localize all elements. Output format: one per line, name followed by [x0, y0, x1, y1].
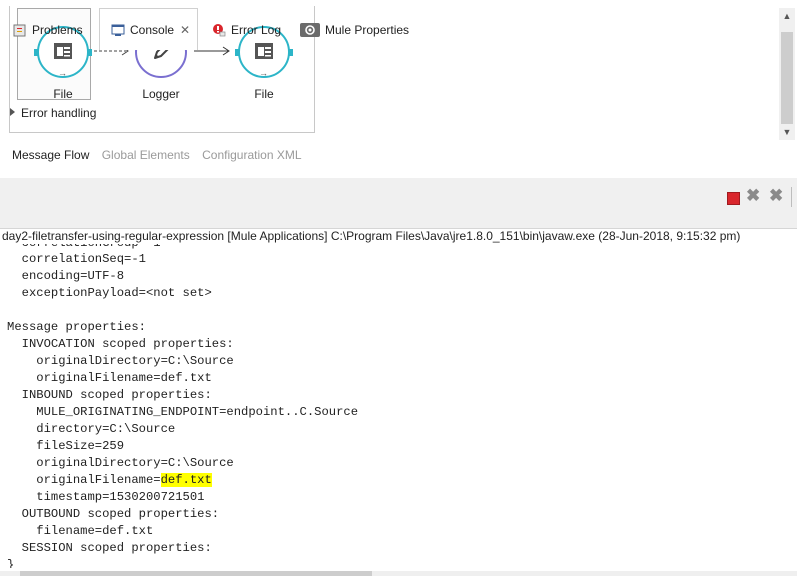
tab-problems-label: Problems [32, 22, 83, 37]
remove-all-launches-icon[interactable]: ✖ [769, 186, 783, 206]
console-line: exceptionPayload=<not set> [7, 286, 212, 300]
tab-mule-properties[interactable]: Mule Properties [300, 11, 409, 48]
highlighted-text: def.txt [160, 473, 212, 487]
console-line: fileSize=259 [7, 439, 125, 453]
tab-error-log-label: Error Log [231, 22, 282, 37]
console-line: Message properties: [7, 320, 146, 334]
tab-problems[interactable]: Problems [13, 11, 83, 48]
editor-vertical-scrollbar[interactable]: ▲ ▼ [779, 8, 795, 140]
tab-global-elements[interactable]: Global Elements [102, 148, 190, 162]
expand-triangle-icon [10, 108, 15, 116]
problems-icon [13, 24, 26, 36]
error-log-icon [213, 23, 226, 36]
connector-tick [34, 49, 38, 56]
terminate-icon[interactable] [727, 192, 740, 205]
console-line: filename=def.txt [7, 524, 154, 538]
console-line-highlighted: originalFilename=def.txt [7, 472, 212, 489]
console-icon [111, 24, 125, 36]
console-line: directory=C:\Source [7, 422, 176, 436]
tab-configuration-xml[interactable]: Configuration XML [202, 148, 301, 162]
scroll-up-icon[interactable]: ▲ [779, 8, 795, 24]
tab-message-flow[interactable]: Message Flow [12, 148, 89, 162]
tab-error-log[interactable]: Error Log [212, 11, 281, 48]
console-horizontal-scrollbar[interactable] [0, 571, 797, 576]
error-handling-label: Error handling [21, 106, 97, 120]
console-status-line: day2-filetransfer-using-regular-expressi… [2, 229, 741, 243]
toolbar-separator [791, 187, 792, 207]
close-icon[interactable]: ✕ [180, 23, 190, 37]
console-line: timestamp=1530200721501 [7, 490, 205, 504]
console-line: correlationSeq=-1 [7, 252, 146, 266]
outbound-arrow-icon: → [259, 68, 268, 78]
tab-console[interactable]: Console ✕ [99, 8, 198, 50]
node-label: File [53, 87, 73, 101]
scroll-down-icon[interactable]: ▼ [779, 124, 795, 140]
node-label: Logger [142, 87, 180, 101]
connector-tick [235, 49, 239, 56]
error-handling-toggle[interactable]: Error handling [10, 106, 96, 120]
console-line: } [7, 558, 15, 568]
tab-mule-properties-label: Mule Properties [325, 22, 410, 37]
remove-launch-icon[interactable]: ✖ [746, 186, 760, 206]
scroll-thumb[interactable] [20, 571, 372, 576]
console-line: MULE_ORIGINATING_ENDPOINT=endpoint..C.So… [7, 405, 359, 419]
console-line: OUTBOUND scoped properties: [7, 507, 220, 521]
console-output[interactable]: correlationGroup=-1 correlationSeq=-1 en… [0, 244, 797, 568]
console-line: SESSION scoped properties: [7, 541, 212, 555]
console-line: encoding=UTF-8 [7, 269, 125, 283]
console-line: INBOUND scoped properties: [7, 388, 212, 402]
node-label: File [254, 87, 274, 101]
console-line: originalDirectory=C:\Source [7, 354, 234, 368]
connector-tick [289, 49, 293, 56]
console-line: originalFilename=def.txt [7, 371, 212, 385]
editor-tabs: Message Flow Global Elements Configurati… [12, 148, 311, 162]
console-line: INVOCATION scoped properties: [7, 337, 234, 351]
mule-properties-icon [300, 22, 320, 37]
tab-console-label: Console [130, 22, 175, 37]
console-line-prefix: originalFilename= [7, 473, 161, 487]
outbound-arrow-icon: → [58, 68, 67, 78]
scroll-thumb[interactable] [781, 32, 793, 124]
panel-tab-bar [0, 178, 797, 229]
console-line: originalDirectory=C:\Source [7, 456, 234, 470]
